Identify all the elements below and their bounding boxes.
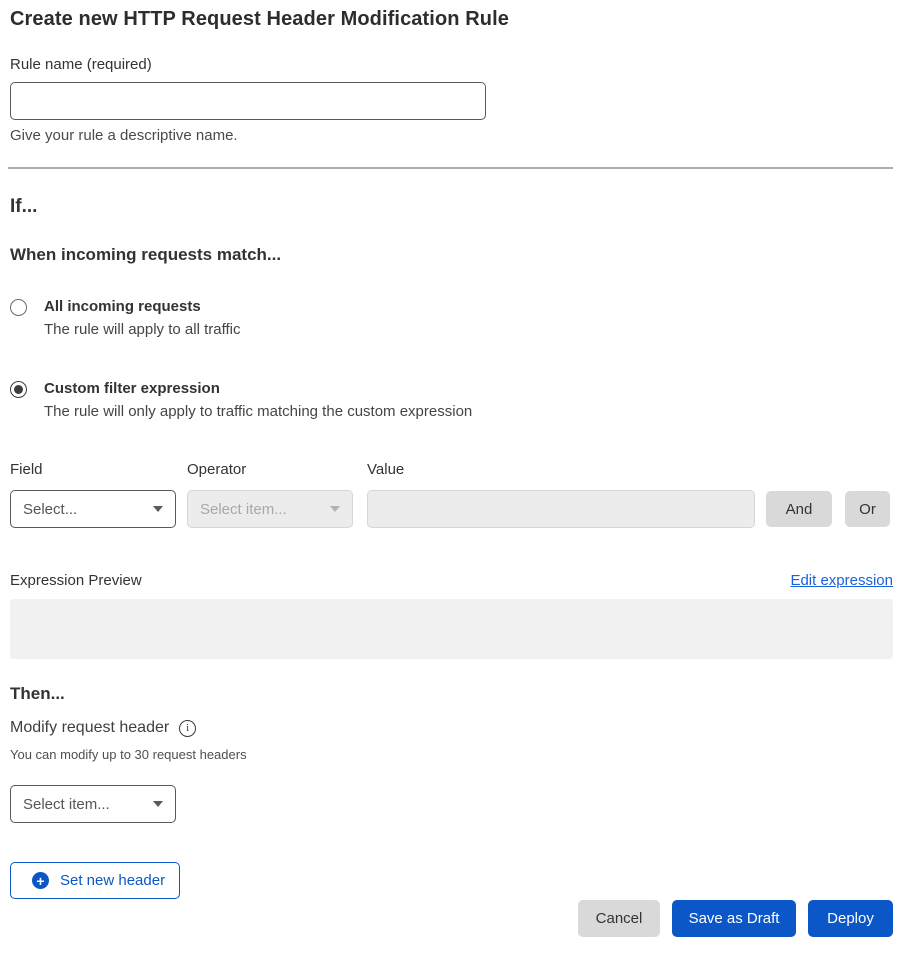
radio-option-text: Custom filter expression The rule will o… — [44, 380, 472, 420]
field-label: Field — [10, 461, 187, 478]
rule-name-help: Give your rule a descriptive name. — [10, 127, 893, 144]
info-icon[interactable]: i — [179, 720, 196, 737]
header-select[interactable]: Select item... — [10, 785, 176, 823]
save-as-draft-button[interactable]: Save as Draft — [672, 900, 796, 937]
if-heading: If... — [10, 196, 893, 218]
section-divider — [8, 167, 893, 169]
radio-selected-icon[interactable] — [10, 381, 27, 398]
and-button[interactable]: And — [766, 491, 832, 527]
field-select[interactable]: Select... — [10, 490, 176, 528]
modify-header-row: Modify request header i — [10, 719, 893, 737]
value-input — [367, 490, 755, 528]
value-label: Value — [367, 461, 404, 478]
then-heading: Then... — [10, 684, 893, 704]
expression-builder-row: Select... Select item... And Or — [10, 490, 893, 528]
modify-header-hint: You can modify up to 30 request headers — [10, 747, 893, 762]
chevron-down-icon — [330, 506, 340, 512]
field-select-value: Select... — [23, 501, 77, 518]
expression-builder-labels: Field Operator Value — [10, 461, 893, 478]
radio-option-custom-expression[interactable]: Custom filter expression The rule will o… — [10, 380, 893, 420]
header-select-value: Select item... — [23, 796, 110, 813]
radio-label[interactable]: All incoming requests — [44, 298, 240, 315]
radio-option-text: All incoming requests The rule will appl… — [44, 298, 240, 338]
operator-label: Operator — [187, 461, 367, 478]
cancel-button[interactable]: Cancel — [578, 900, 660, 937]
rule-name-label: Rule name (required) — [10, 56, 893, 73]
chevron-down-icon — [153, 506, 163, 512]
set-new-header-button[interactable]: + Set new header — [10, 862, 180, 899]
operator-select-value: Select item... — [200, 501, 287, 518]
or-button[interactable]: Or — [845, 491, 890, 527]
expression-preview-header: Expression Preview Edit expression — [10, 572, 893, 589]
radio-unselected-icon[interactable] — [10, 299, 27, 316]
rule-name-input[interactable] — [10, 82, 486, 120]
plus-circle-icon: + — [32, 872, 49, 889]
footer-actions: Cancel Save as Draft Deploy — [10, 900, 893, 937]
modify-header-label: Modify request header — [10, 719, 169, 737]
radio-option-all-requests[interactable]: All incoming requests The rule will appl… — [10, 298, 893, 338]
page-title: Create new HTTP Request Header Modificat… — [10, 8, 893, 31]
radio-description: The rule will apply to all traffic — [44, 321, 240, 338]
expression-preview-label: Expression Preview — [10, 572, 142, 589]
create-rule-page: Create new HTTP Request Header Modificat… — [0, 0, 899, 956]
expression-preview-box — [10, 599, 893, 659]
set-new-header-label: Set new header — [60, 872, 165, 889]
deploy-button[interactable]: Deploy — [808, 900, 893, 937]
operator-select: Select item... — [187, 490, 353, 528]
radio-description: The rule will only apply to traffic matc… — [44, 403, 472, 420]
when-subheading: When incoming requests match... — [10, 245, 893, 265]
chevron-down-icon — [153, 801, 163, 807]
radio-label[interactable]: Custom filter expression — [44, 380, 472, 397]
edit-expression-link[interactable]: Edit expression — [790, 572, 893, 589]
